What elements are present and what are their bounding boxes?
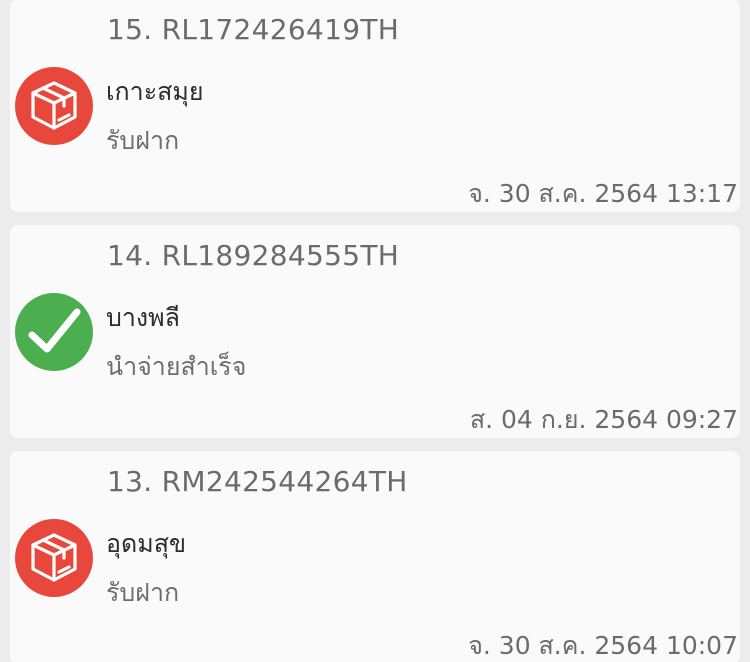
datetime-label: จ. 30 ส.ค. 2564 13:17 [468,179,738,208]
status-label: รับฝาก [106,126,180,155]
tracking-number: 13. RM242544264TH [107,465,408,498]
location-label: บางพลี [106,303,180,332]
package-icon [15,67,93,145]
location-label: เกาะสมุย [106,77,204,106]
status-label: รับฝาก [106,578,180,607]
tracking-card[interactable]: 13. RM242544264TH อุดมสุข รับฝาก จ. 30 ส… [10,451,740,662]
status-label: นำจ่ายสำเร็จ [106,352,247,381]
location-label: อุดมสุข [106,529,187,558]
checkmark-icon [15,293,93,371]
tracking-number: 15. RL172426419TH [107,13,400,46]
tracking-card[interactable]: 15. RL172426419TH เกาะสมุย รับฝาก จ. 30 … [10,0,740,212]
datetime-label: จ. 30 ส.ค. 2564 10:07 [468,631,738,660]
datetime-label: ส. 04 ก.ย. 2564 09:27 [469,405,738,434]
tracking-number: 14. RL189284555TH [107,239,400,272]
tracking-card[interactable]: 14. RL189284555TH บางพลี นำจ่ายสำเร็จ ส.… [10,225,740,438]
package-icon [15,519,93,597]
tracking-list: 15. RL172426419TH เกาะสมุย รับฝาก จ. 30 … [0,0,750,662]
